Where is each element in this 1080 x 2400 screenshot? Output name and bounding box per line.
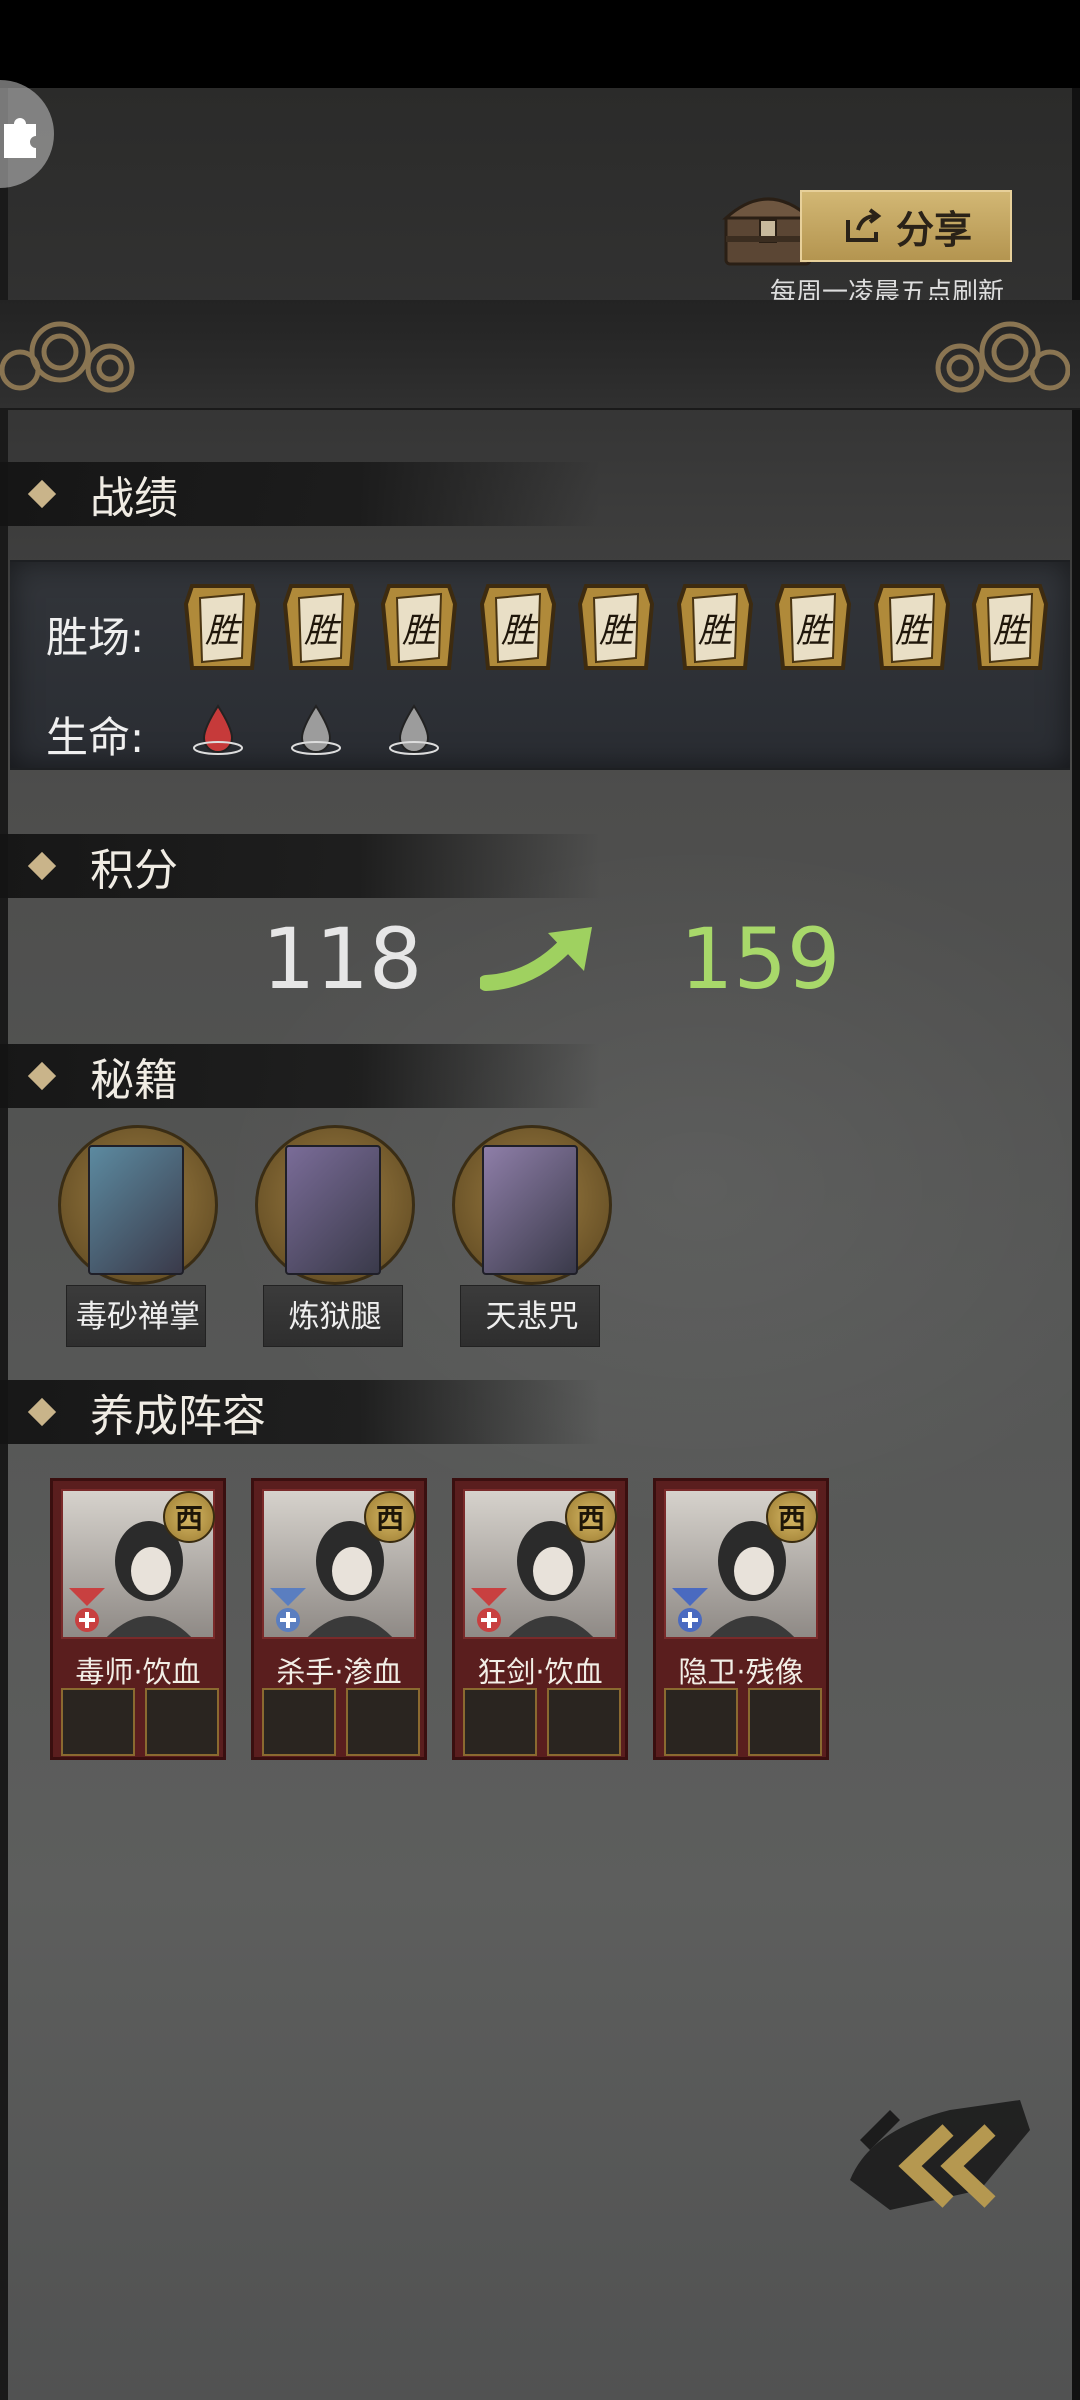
score-after: 159 (680, 910, 841, 1008)
secret-book-item[interactable]: 炼狱腿 (255, 1125, 420, 1350)
win-token: 胜 (572, 580, 660, 676)
secret-book-item[interactable]: 毒砂禅掌 (58, 1125, 223, 1350)
win-token: 胜 (178, 580, 266, 676)
hero-card[interactable]: 西毒师·饮血 (50, 1478, 226, 1760)
back-button[interactable] (830, 2070, 1040, 2230)
secret-book-item[interactable]: 天悲咒 (452, 1125, 617, 1350)
score-increase-arrow-icon (480, 927, 592, 991)
role-shield-icon (672, 1588, 708, 1632)
win-token-label: 胜 (205, 611, 243, 651)
bear-icon[interactable] (748, 1688, 822, 1756)
hero-card[interactable]: 西狂剑·饮血 (452, 1478, 628, 1760)
section-secrets-header: 秘籍 (0, 1044, 600, 1108)
diamond-icon (27, 851, 57, 881)
book-icon (482, 1145, 578, 1275)
status-bar (0, 0, 1080, 88)
win-token-label: 胜 (501, 611, 539, 651)
puzzle-icon[interactable] (664, 1688, 738, 1756)
share-button-label: 分享 (896, 207, 973, 252)
win-token-label: 胜 (304, 611, 342, 651)
win-token-label: 胜 (698, 611, 736, 651)
screen-edge-right (1072, 88, 1080, 2400)
hero-name: 毒师·饮血 (75, 1655, 201, 1689)
header-band (0, 300, 1080, 410)
lives-label: 生命: (46, 713, 145, 762)
share-icon (846, 208, 882, 242)
win-token-label: 胜 (402, 611, 440, 651)
life-drop-full-icon (190, 702, 246, 758)
win-token-label: 胜 (796, 611, 834, 651)
win-token-label: 胜 (895, 611, 933, 651)
faction-badge: 西 (163, 1491, 215, 1543)
hero-card[interactable]: 西隐卫·残像 (653, 1478, 829, 1760)
book-icon (285, 1145, 381, 1275)
section-title: 积分 (90, 845, 178, 896)
record-panel: 胜场: 胜 胜 胜 胜 胜 胜 胜 胜 胜 生命: (10, 560, 1070, 770)
section-title: 战绩 (90, 473, 178, 524)
section-title: 秘籍 (90, 1055, 178, 1106)
tablet-icon[interactable] (61, 1688, 135, 1756)
life-row (190, 702, 490, 762)
section-title: 养成阵容 (90, 1391, 266, 1442)
win-token: 胜 (868, 580, 956, 676)
hero-name: 隐卫·残像 (678, 1655, 804, 1689)
section-lineup-header: 养成阵容 (0, 1380, 600, 1444)
win-token-row: 胜胜胜胜胜胜胜胜胜 (178, 580, 1058, 680)
cloud-ornament-left (0, 321, 135, 393)
diamond-icon (27, 1061, 57, 1091)
screen-edge-left (0, 88, 8, 2400)
book-name: 天悲咒 (485, 1299, 579, 1335)
plugin-icon (4, 118, 36, 158)
ring-icon[interactable] (346, 1688, 420, 1756)
faction-badge: 西 (565, 1491, 617, 1543)
share-button[interactable]: 分享 (800, 190, 1012, 262)
diamond-icon (27, 1397, 57, 1427)
win-token: 胜 (966, 580, 1054, 676)
section-score-header: 积分 (0, 834, 600, 898)
role-shield-icon (471, 1588, 507, 1632)
win-token-label: 胜 (599, 611, 637, 651)
hero-card[interactable]: 西杀手·渗血 (251, 1478, 427, 1760)
life-drop-empty-icon (288, 702, 344, 758)
ring-icon[interactable] (262, 1688, 336, 1756)
bracelet-icon[interactable] (547, 1688, 621, 1756)
win-token-label: 胜 (993, 611, 1031, 651)
win-token: 胜 (671, 580, 759, 676)
role-shield-icon (69, 1588, 105, 1632)
book-name: 毒砂禅掌 (76, 1299, 200, 1335)
role-shield-icon (270, 1588, 306, 1632)
win-token: 胜 (375, 580, 463, 676)
pouch-icon[interactable] (463, 1688, 537, 1756)
faction-badge: 西 (364, 1491, 416, 1543)
life-drop-empty-icon (386, 702, 442, 758)
cloud-ornament-right (935, 321, 1070, 393)
book-icon (88, 1145, 184, 1275)
book-name: 炼狱腿 (288, 1299, 382, 1335)
faction-badge: 西 (766, 1491, 818, 1543)
score-before: 118 (262, 910, 423, 1008)
hero-name: 杀手·渗血 (276, 1655, 402, 1689)
wins-label: 胜场: (46, 613, 145, 662)
win-token: 胜 (769, 580, 857, 676)
hero-name: 狂剑·饮血 (477, 1655, 603, 1689)
diamond-icon (27, 479, 57, 509)
amulet-icon[interactable] (145, 1688, 219, 1756)
win-token: 胜 (474, 580, 562, 676)
win-token: 胜 (277, 580, 365, 676)
section-record-header: 战绩 (0, 462, 600, 526)
